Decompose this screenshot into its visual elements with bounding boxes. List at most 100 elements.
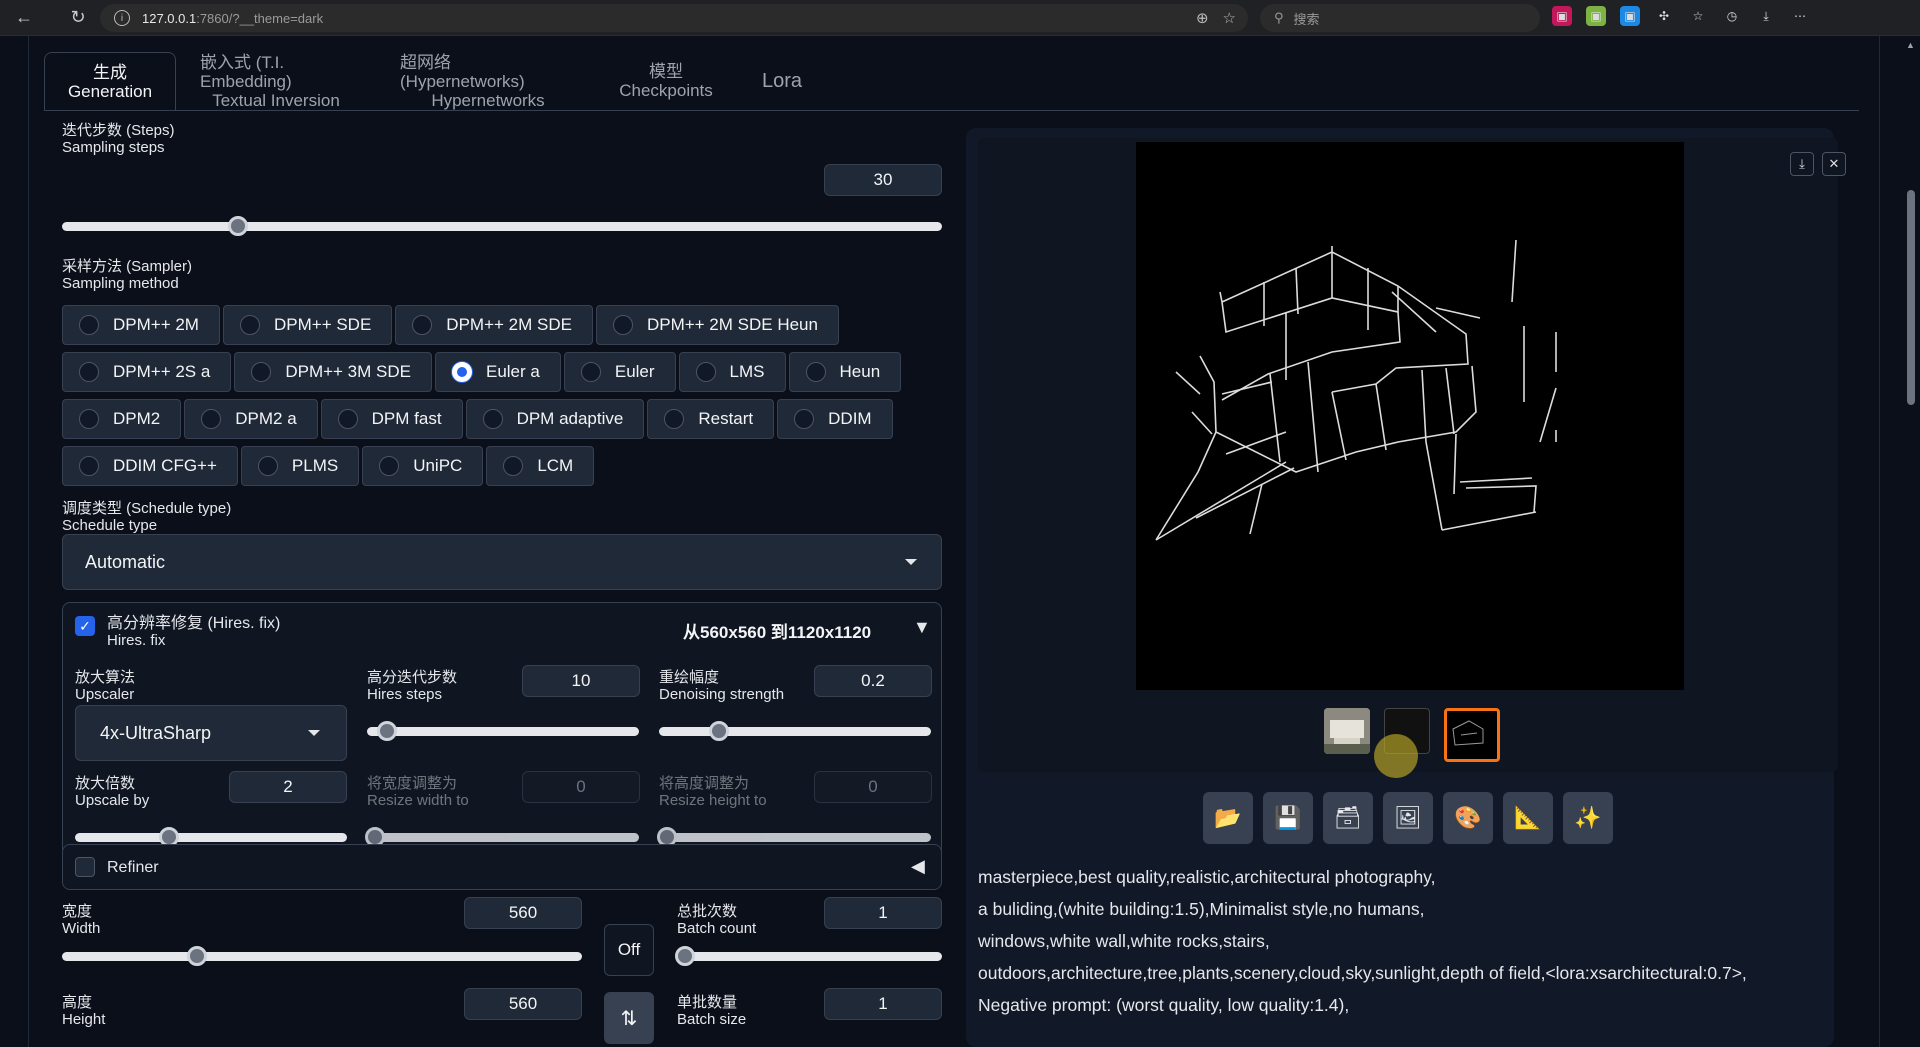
sampler-option[interactable]: UniPC [362, 446, 484, 486]
sampler-option[interactable]: PLMS [240, 446, 360, 486]
sampler-option[interactable]: DPM++ 2M SDE Heun [595, 305, 839, 345]
collapse-triangle-icon[interactable]: ▼ [913, 617, 931, 638]
tab-textual-inversion[interactable]: 嵌入式 (T.I. Embedding) Textual Inversion [176, 52, 376, 110]
scroll-up-icon[interactable]: ▲ [1906, 40, 1915, 50]
more-menu-icon[interactable]: ⋯ [1790, 6, 1810, 26]
send-to-extras-button[interactable]: 📐 [1503, 792, 1553, 844]
sampler-option[interactable]: Euler [563, 352, 676, 392]
search-placeholder: 搜索 [1293, 11, 1320, 27]
resize-height-slider[interactable] [657, 827, 931, 847]
swap-dimensions-button[interactable]: ⇅ [604, 992, 654, 1044]
resize-height-input[interactable]: 0 [814, 771, 932, 803]
address-bar[interactable]: i 127.0.0.1:7860/?__theme=dark ⊕ ☆ [100, 4, 1248, 32]
resize-width-input[interactable]: 0 [522, 771, 640, 803]
width-label-cn: 宽度 [62, 903, 93, 920]
hires-steps-slider[interactable] [367, 721, 639, 741]
search-input[interactable]: ⚲ 搜索 [1260, 4, 1540, 32]
steps-slider-thumb[interactable] [228, 216, 248, 236]
extension-icon-1[interactable]: ▣ [1552, 6, 1572, 26]
radio-icon [695, 362, 716, 382]
upscaler-dropdown[interactable]: 4x-UltraSharp [75, 705, 347, 761]
sampler-option[interactable]: DPM2 [62, 399, 182, 439]
upscale-by-input[interactable]: 2 [229, 771, 347, 803]
extension-icon-3[interactable]: ▣ [1620, 6, 1640, 26]
batch-size-input[interactable]: 1 [824, 988, 942, 1020]
denoise-slider[interactable] [659, 721, 931, 741]
page-scrollbar[interactable] [1905, 36, 1920, 1047]
sampler-option[interactable]: DPM++ SDE [222, 305, 393, 345]
page-scrollbar-thumb[interactable] [1907, 190, 1915, 405]
sampler-option[interactable]: DDIM CFG++ [62, 446, 238, 486]
send-to-inpaint-icon: 🎨 [1454, 805, 1482, 830]
batch-count-input[interactable]: 1 [824, 897, 942, 929]
steps-slider[interactable] [62, 216, 942, 236]
resize-width-label-cn: 将宽度调整为 [367, 775, 458, 792]
chevron-down-icon [308, 730, 320, 736]
extensions-puzzle-icon[interactable]: ✣ [1654, 6, 1674, 26]
sampler-option[interactable]: Restart [647, 399, 775, 439]
width-input[interactable]: 560 [464, 897, 582, 929]
width-slider-thumb[interactable] [187, 946, 207, 966]
steps-input[interactable]: 30 [824, 164, 942, 196]
zoom-icon[interactable]: ⊕ [1196, 9, 1209, 27]
download-button[interactable]: ⤓ [1790, 152, 1814, 176]
upscaler-label: 放大算法 Upscaler [75, 669, 135, 703]
denoise-input[interactable]: 0.2 [814, 665, 932, 697]
bookmark-star-icon[interactable]: ☆ [1223, 9, 1236, 27]
tab-lora[interactable]: Lora [732, 52, 832, 110]
sampler-option[interactable]: DPM++ 2M SDE [395, 305, 593, 345]
history-icon[interactable]: ◷ [1722, 6, 1742, 26]
extension-icon-2[interactable]: ▣ [1586, 6, 1606, 26]
resize-width-slider[interactable] [365, 827, 639, 847]
expand-triangle-icon[interactable]: ◀ [911, 856, 925, 877]
tab-hypernetworks[interactable]: 超网络 (Hypernetworks) Hypernetworks [376, 52, 600, 110]
sampler-option[interactable]: DPM fast [320, 399, 463, 439]
refiner-checkbox[interactable] [75, 857, 95, 877]
download-icon[interactable]: ⤓ [1756, 6, 1776, 26]
sampler-option[interactable]: DPM++ 2S a [62, 352, 232, 392]
sampler-option[interactable]: DPM++ 2M [62, 305, 220, 345]
send-to-img2img-button[interactable]: 🖼 [1383, 792, 1433, 844]
denoise-slider-thumb[interactable] [709, 721, 729, 741]
reload-icon[interactable]: ↻ [64, 4, 92, 32]
hires-steps-slider-thumb[interactable] [377, 721, 397, 741]
save-button[interactable]: 💾 [1263, 792, 1313, 844]
zip-button[interactable]: 🗃 [1323, 792, 1373, 844]
batch-count-slider[interactable] [675, 946, 942, 966]
sampler-option[interactable]: DPM adaptive [465, 399, 645, 439]
sampler-label-en: Sampling method [62, 275, 179, 292]
sampler-option[interactable]: Heun [788, 352, 902, 392]
sampler-option[interactable]: DDIM [777, 399, 893, 439]
tab-checkpoints[interactable]: 模型 Checkpoints [600, 52, 732, 110]
gallery-thumbnail-selected[interactable] [1444, 708, 1500, 762]
batch-count-slider-thumb[interactable] [675, 946, 695, 966]
open-folder-button[interactable]: 📂 [1203, 792, 1253, 844]
aspect-lock-button[interactable]: Off [604, 924, 654, 976]
height-input[interactable]: 560 [464, 988, 582, 1020]
sparkle-button[interactable]: ✨ [1563, 792, 1613, 844]
sampler-option[interactable]: DPM2 a [184, 399, 318, 439]
gallery-thumbnail[interactable] [1324, 708, 1370, 754]
steps-label: 迭代步数 (Steps) Sampling steps [62, 122, 175, 156]
sampler-option[interactable]: Euler a [434, 352, 561, 392]
radio-icon [482, 409, 503, 429]
upscale-by-slider[interactable] [75, 827, 347, 847]
sampler-option[interactable]: DPM++ 3M SDE [234, 352, 432, 392]
site-info-icon[interactable]: i [114, 10, 130, 26]
close-button[interactable]: ✕ [1822, 152, 1846, 176]
sampler-option[interactable]: LMS [678, 352, 786, 392]
sampler-option[interactable]: LCM [486, 446, 595, 486]
send-to-inpaint-button[interactable]: 🎨 [1443, 792, 1493, 844]
preview-image[interactable] [1136, 142, 1684, 690]
schedule-dropdown[interactable]: Automatic [62, 534, 942, 590]
hires-steps-input[interactable]: 10 [522, 665, 640, 697]
favorites-icon[interactable]: ☆ [1688, 6, 1708, 26]
sampler-option-label: DPM++ 2M SDE [446, 315, 572, 334]
batch-size-label: 单批数量 Batch size [677, 994, 746, 1028]
height-label: 高度 Height [62, 994, 105, 1028]
hires-fix-checkbox[interactable]: ✓ [75, 616, 95, 636]
width-slider[interactable] [62, 946, 582, 966]
tab-generation[interactable]: 生成 Generation [44, 52, 176, 110]
tab-label-cn: 嵌入式 (T.I. Embedding) [200, 52, 292, 91]
back-icon[interactable]: ← [10, 4, 38, 32]
